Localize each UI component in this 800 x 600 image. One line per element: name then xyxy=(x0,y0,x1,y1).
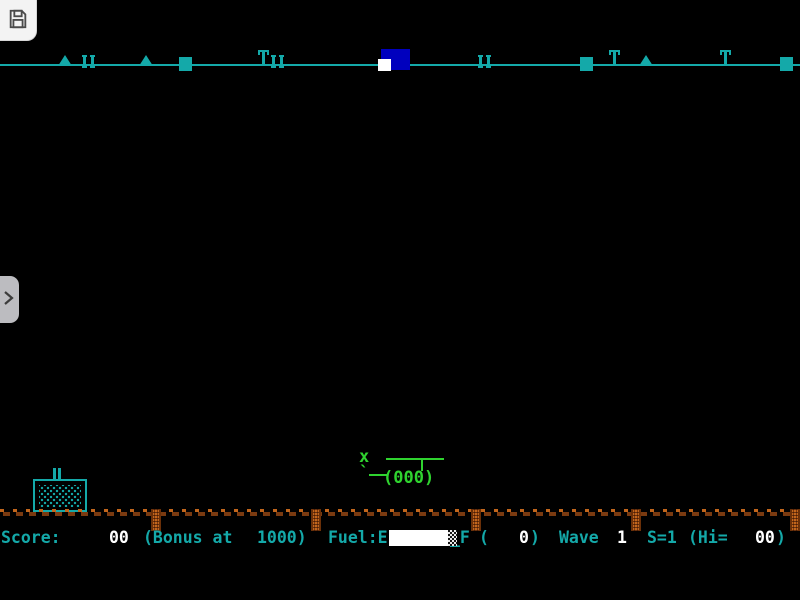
horizon-sprite-tree xyxy=(639,55,653,66)
horizon-sprite-block xyxy=(580,57,593,71)
horizon-sprite-block xyxy=(780,57,793,71)
horizon-sprite-tower xyxy=(257,50,270,70)
helicopter-rotor xyxy=(386,458,444,460)
fuel-depot xyxy=(33,479,87,512)
status-segment: Score: xyxy=(1,528,61,548)
status-segment: Wave xyxy=(559,528,599,548)
save-button[interactable] xyxy=(0,0,37,41)
status-segment: ) xyxy=(530,528,540,548)
horizon-sprite-ibars xyxy=(271,53,284,72)
status-segment: 00 xyxy=(755,528,775,548)
status-segment: Fuel:E xyxy=(328,528,388,548)
fuel-depot-fill xyxy=(39,485,81,507)
horizon-sprite-tree xyxy=(58,55,72,66)
status-bar: Score:00(Bonus at1000)Fuel:E_F(0)Wave1S=… xyxy=(0,528,800,548)
status-segment: S=1 xyxy=(647,528,677,548)
horizon-sprite-ibars xyxy=(478,53,491,72)
horizon-sprite-block xyxy=(179,57,192,71)
status-segment: (Hi= xyxy=(688,528,728,548)
mothership-pod xyxy=(378,59,391,71)
horizon-sprite-tower xyxy=(719,50,732,70)
status-segment: 00 xyxy=(109,528,129,548)
status-segment: 0 xyxy=(519,528,529,548)
game-screen: (000) ` x Score:00(Bonus at1000)Fuel:E_F… xyxy=(0,0,800,600)
depot-chimney xyxy=(53,468,56,479)
fuel-gauge-marker xyxy=(448,530,457,546)
fuel-gauge-fill xyxy=(389,530,448,546)
helicopter-marker: x xyxy=(359,448,369,466)
chevron-right-icon xyxy=(0,286,16,313)
status-segment: ( xyxy=(479,528,489,548)
helicopter-body: (000) xyxy=(383,469,434,487)
runway-ground xyxy=(0,509,800,516)
horizon-sprite-tree xyxy=(139,55,153,66)
depot-chimney xyxy=(58,468,61,479)
floppy-disk-icon xyxy=(7,8,29,33)
expand-sidebar-button[interactable] xyxy=(0,276,19,323)
horizon-sprite-ibars xyxy=(82,53,95,72)
status-segment: 1000) xyxy=(257,528,307,548)
status-segment: 1 xyxy=(617,528,627,548)
status-segment: (Bonus at xyxy=(143,528,232,548)
status-segment: ) xyxy=(776,528,786,548)
horizon-sprite-tower xyxy=(608,50,621,70)
